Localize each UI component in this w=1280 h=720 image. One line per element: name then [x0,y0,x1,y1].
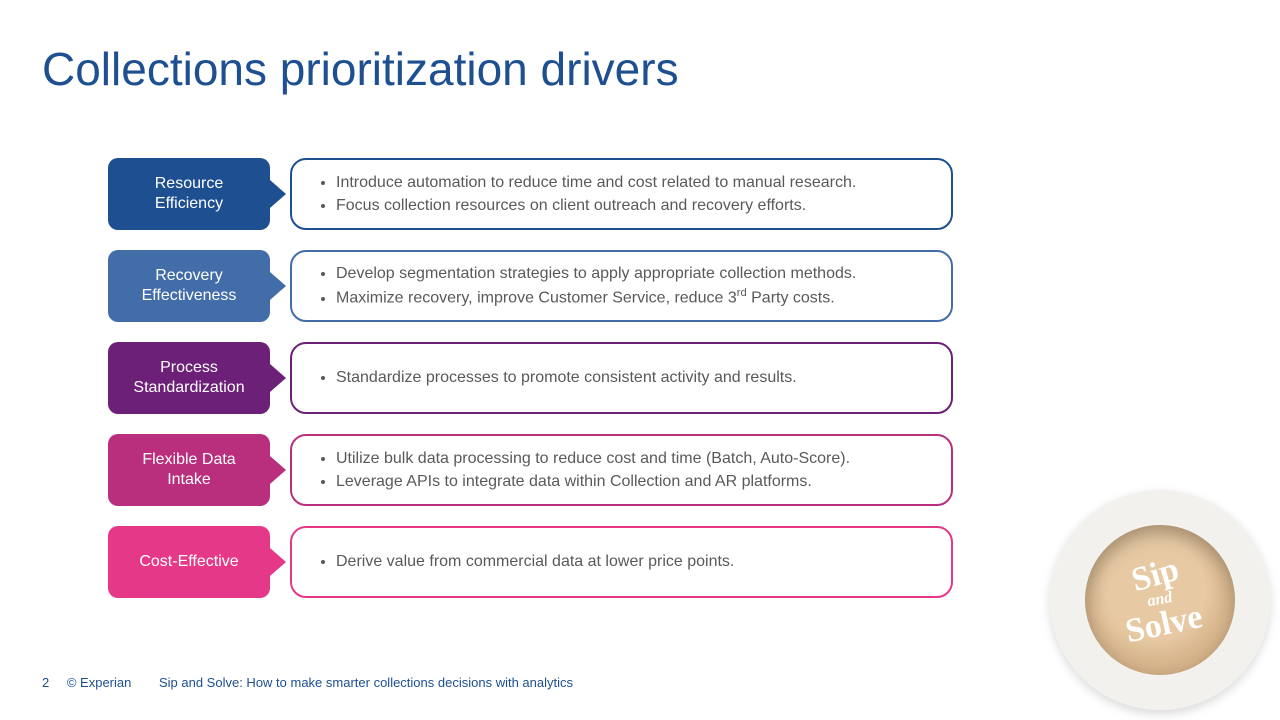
driver-bullet: Standardize processes to promote consist… [336,366,929,389]
driver-tag-label: RecoveryEffectiveness [142,266,237,306]
driver-tag: ResourceEfficiency [108,158,270,230]
driver-row: ProcessStandardization Standardize proce… [108,342,953,414]
driver-row: Flexible DataIntake Utilize bulk data pr… [108,434,953,506]
driver-bullet: Utilize bulk data processing to reduce c… [336,447,929,470]
sip-and-solve-logo: Sip and Solve [1115,552,1206,648]
driver-desc: Standardize processes to promote consist… [290,342,953,414]
driver-row: RecoveryEffectiveness Develop segmentati… [108,250,953,322]
driver-tag-label: ProcessStandardization [133,358,244,398]
driver-tag-label: Cost-Effective [139,552,238,572]
driver-tag: ProcessStandardization [108,342,270,414]
driver-desc: Derive value from commercial data at low… [290,526,953,598]
driver-row: Cost-Effective Derive value from commerc… [108,526,953,598]
copyright: © Experian [67,675,132,690]
logo-text-solve: Solve [1123,600,1206,649]
slide: Collections prioritization drivers Resou… [0,0,1280,720]
driver-desc: Introduce automation to reduce time and … [290,158,953,230]
driver-bullet: Leverage APIs to integrate data within C… [336,470,929,493]
driver-rows: ResourceEfficiency Introduce automation … [108,158,953,618]
driver-bullet: Maximize recovery, improve Customer Serv… [336,285,929,310]
driver-tag: RecoveryEffectiveness [108,250,270,322]
driver-desc: Utilize bulk data processing to reduce c… [290,434,953,506]
slide-title: Collections prioritization drivers [42,42,679,96]
driver-bullet: Develop segmentation strategies to apply… [336,262,929,285]
driver-tag: Cost-Effective [108,526,270,598]
driver-tag-label: ResourceEfficiency [155,174,223,214]
driver-bullet: Introduce automation to reduce time and … [336,171,929,194]
driver-row: ResourceEfficiency Introduce automation … [108,158,953,230]
driver-bullet: Derive value from commercial data at low… [336,550,929,573]
series-title: Sip and Solve: How to make smarter colle… [159,675,573,690]
driver-desc: Develop segmentation strategies to apply… [290,250,953,322]
footer: 2 © Experian Sip and Solve: How to make … [42,675,573,690]
driver-tag: Flexible DataIntake [108,434,270,506]
driver-bullet: Focus collection resources on client out… [336,194,929,217]
coffee-surface: Sip and Solve [1073,513,1247,687]
driver-tag-label: Flexible DataIntake [142,450,235,490]
coffee-cup-icon: Sip and Solve [1050,490,1270,710]
page-number: 2 [42,675,49,690]
